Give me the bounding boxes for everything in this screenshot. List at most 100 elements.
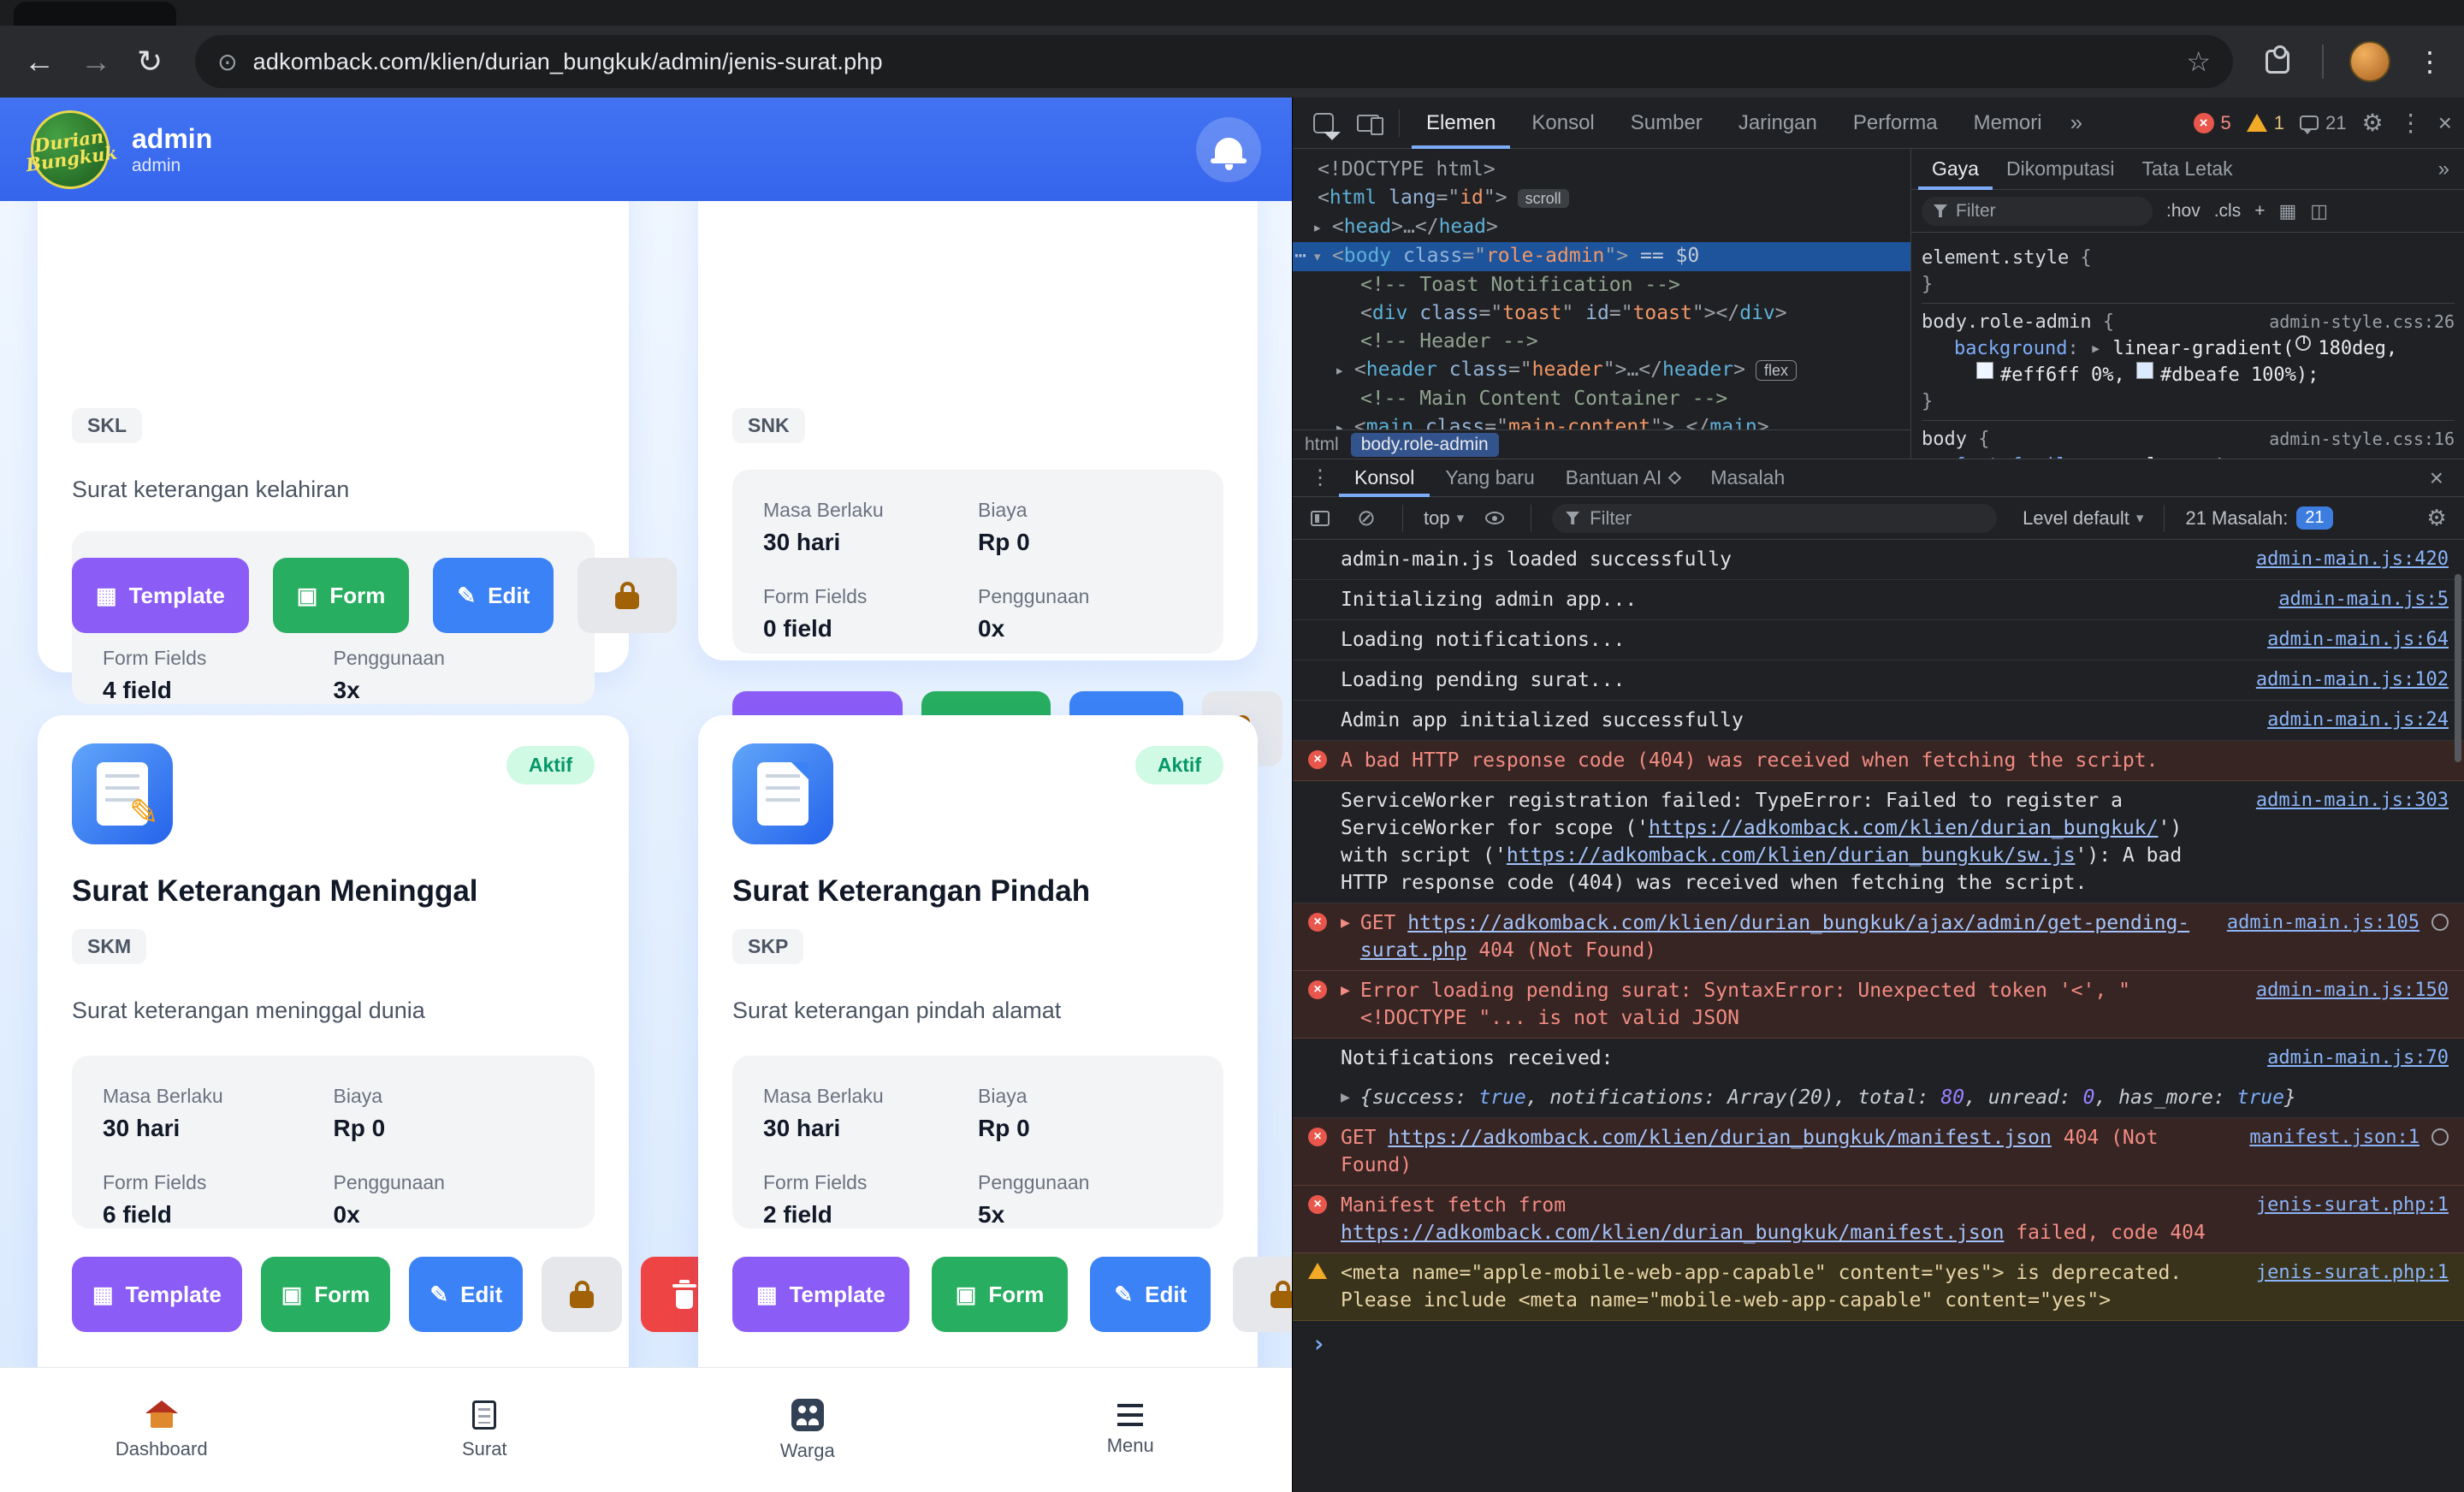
tab-whats-new[interactable]: Yang baru xyxy=(1430,459,1549,497)
tab-issues[interactable]: Masalah xyxy=(1695,459,1800,497)
devtools-menu-icon[interactable]: ⋮ xyxy=(2399,109,2423,137)
browser-menu-icon[interactable]: ⋮ xyxy=(2416,45,2443,78)
console-filter-input[interactable]: Filter xyxy=(1552,503,1998,533)
console-url-link[interactable]: https://adkomback.com/klien/durian_bungk… xyxy=(1649,817,2158,839)
tab-memory[interactable]: Memori xyxy=(1959,98,2057,149)
drawer-close-icon[interactable]: × xyxy=(2430,465,2455,492)
nav-surat[interactable]: Surat xyxy=(323,1368,647,1492)
tab-console[interactable]: Konsol xyxy=(1517,98,1608,149)
scrollbar[interactable] xyxy=(2455,574,2461,762)
styles-filter-input[interactable]: Filter xyxy=(1922,196,2153,226)
lock-button[interactable] xyxy=(1233,1257,1292,1332)
console-source-link[interactable]: admin-main.js:102 xyxy=(2256,666,2449,694)
issues-counter[interactable]: 21 Masalah: 21 xyxy=(2185,506,2333,530)
errors-badge[interactable]: × 5 xyxy=(2193,112,2231,134)
dock-icon[interactable]: ◫ xyxy=(2310,200,2328,222)
console-url-link[interactable]: https://adkomback.com/klien/durian_bungk… xyxy=(1507,844,2076,867)
back-icon[interactable]: ← xyxy=(24,46,55,77)
edit-button[interactable]: ✎ Edit xyxy=(433,558,554,633)
nav-dashboard[interactable]: Dashboard xyxy=(0,1368,323,1492)
browser-tab[interactable] xyxy=(14,2,176,26)
devtools-settings-icon[interactable]: ⚙ xyxy=(2362,109,2384,137)
clear-console-icon[interactable]: ⊘ xyxy=(1351,505,1382,531)
console-settings-icon[interactable]: ⚙ xyxy=(2421,505,2452,531)
console-source-link[interactable]: admin-main.js:303 xyxy=(2256,787,2449,814)
dom-node[interactable]: <!DOCTYPE html> xyxy=(1293,156,1910,184)
messages-badge[interactable]: 21 xyxy=(2300,112,2347,134)
grid-icon[interactable]: ▦ xyxy=(2278,200,2296,222)
template-button[interactable]: ▦ Template xyxy=(72,558,249,633)
form-button[interactable]: ▣ Form xyxy=(260,1257,391,1332)
network-request-icon[interactable] xyxy=(2431,1128,2449,1146)
console-source-link[interactable]: admin-main.js:105 xyxy=(2227,909,2420,937)
nav-menu[interactable]: Menu xyxy=(969,1368,1293,1492)
angle-icon[interactable] xyxy=(2295,335,2312,351)
tab-performance[interactable]: Performa xyxy=(1839,98,1952,149)
console-source-link[interactable]: admin-main.js:5 xyxy=(2278,586,2449,613)
class-toggle[interactable]: .cls xyxy=(2214,201,2242,222)
breadcrumb-body[interactable]: body.role-admin xyxy=(1350,432,1499,457)
expand-icon[interactable]: ▸ xyxy=(2090,335,2113,362)
tab-computed[interactable]: Dikomputasi xyxy=(1993,149,2129,190)
console-source-link[interactable]: jenis-surat.php:1 xyxy=(2256,1192,2449,1219)
console-url-link[interactable]: https://adkomback.com/klien/durian_bungk… xyxy=(1341,1222,2004,1244)
css-property[interactable]: font-family xyxy=(1954,453,2079,459)
collapse-icon[interactable]: ▾ xyxy=(1312,247,1332,266)
address-bar[interactable]: ⊙ adkomback.com/klien/durian_bungkuk/adm… xyxy=(195,35,2233,88)
console-url-link[interactable]: https://adkomback.com/klien/durian_bungk… xyxy=(1388,1127,2051,1149)
dom-node-selected[interactable]: ▾ <body class="role-admin"> == $0 xyxy=(1293,242,1910,271)
tab-ai-assistance[interactable]: Bantuan AI xyxy=(1550,459,1696,497)
console-source-link[interactable]: admin-main.js:150 xyxy=(2256,977,2449,1004)
tab-sources[interactable]: Sumber xyxy=(1616,98,1717,149)
console-source-link[interactable]: admin-main.js:64 xyxy=(2267,626,2449,654)
expand-icon[interactable]: ▶ xyxy=(1341,1084,1350,1111)
dom-node[interactable]: ▸ <header class="header">…</header> flex xyxy=(1293,356,1910,385)
network-request-icon[interactable] xyxy=(2431,914,2449,931)
edit-button[interactable]: ✎ Edit xyxy=(409,1257,524,1332)
log-level-selector[interactable]: Level default ▾ xyxy=(2023,507,2143,530)
template-button[interactable]: ▦ Template xyxy=(732,1257,909,1332)
breadcrumb-html[interactable]: html xyxy=(1305,435,1339,455)
hover-toggle[interactable]: :hov xyxy=(2166,201,2200,222)
expand-icon[interactable]: ▸ xyxy=(1335,361,1354,380)
tab-layout[interactable]: Tata Letak xyxy=(2129,149,2247,190)
expand-icon[interactable]: ▶ xyxy=(1341,909,1350,937)
console-source-link[interactable]: admin-main.js:70 xyxy=(2267,1045,2449,1072)
dom-node[interactable]: <!-- Header --> xyxy=(1293,328,1910,356)
more-tabs-icon[interactable]: » xyxy=(2438,157,2458,181)
css-selector[interactable]: body.role-admin xyxy=(1922,311,2092,333)
dom-node[interactable]: <!-- Main Content Container --> xyxy=(1293,385,1910,413)
profile-avatar[interactable] xyxy=(2349,41,2390,82)
dom-node[interactable]: <html lang="id"> scroll xyxy=(1293,184,1910,213)
lock-button[interactable] xyxy=(542,1257,623,1332)
color-swatch[interactable] xyxy=(1976,362,1993,379)
expand-icon[interactable]: ▶ xyxy=(1341,977,1350,1004)
device-toolbar-icon[interactable] xyxy=(1349,104,1387,142)
console-source-link[interactable]: jenis-surat.php:1 xyxy=(2256,1259,2449,1287)
notifications-button[interactable] xyxy=(1196,116,1261,182)
tab-console-drawer[interactable]: Konsol xyxy=(1339,459,1430,497)
dom-node[interactable]: ▸ <head>…</head> xyxy=(1293,213,1910,242)
console-source-link[interactable]: admin-main.js:420 xyxy=(2256,546,2449,573)
color-swatch[interactable] xyxy=(2135,362,2153,379)
forward-icon[interactable]: → xyxy=(80,46,111,77)
tab-network[interactable]: Jaringan xyxy=(1724,98,1832,149)
console-source-link[interactable]: admin-main.js:24 xyxy=(2267,707,2449,734)
css-property[interactable]: background xyxy=(1954,335,2067,362)
tab-elements[interactable]: Elemen xyxy=(1412,98,1510,149)
css-selector[interactable]: element.style xyxy=(1922,245,2069,271)
form-button[interactable]: ▣ Form xyxy=(931,1257,1069,1332)
warnings-badge[interactable]: 1 xyxy=(2246,112,2284,134)
lock-button[interactable] xyxy=(578,558,678,633)
form-button[interactable]: ▣ Form xyxy=(272,558,410,633)
drawer-menu-icon[interactable]: ⋮ xyxy=(1301,465,1339,490)
template-button[interactable]: ▦ Template xyxy=(72,1257,242,1332)
stylesheet-link[interactable]: admin-style.css:16 xyxy=(2269,426,2455,453)
nav-warga[interactable]: Warga xyxy=(646,1368,969,1492)
css-selector[interactable]: body xyxy=(1922,429,1967,450)
devtools-close-icon[interactable]: × xyxy=(2438,110,2452,137)
flex-badge[interactable]: flex xyxy=(1755,360,1797,381)
console-object-preview[interactable]: {success: true, notifications: Array(20)… xyxy=(1360,1084,2449,1111)
expand-icon[interactable]: ▸ xyxy=(1312,218,1332,237)
bookmark-star-icon[interactable]: ☆ xyxy=(2186,45,2211,78)
